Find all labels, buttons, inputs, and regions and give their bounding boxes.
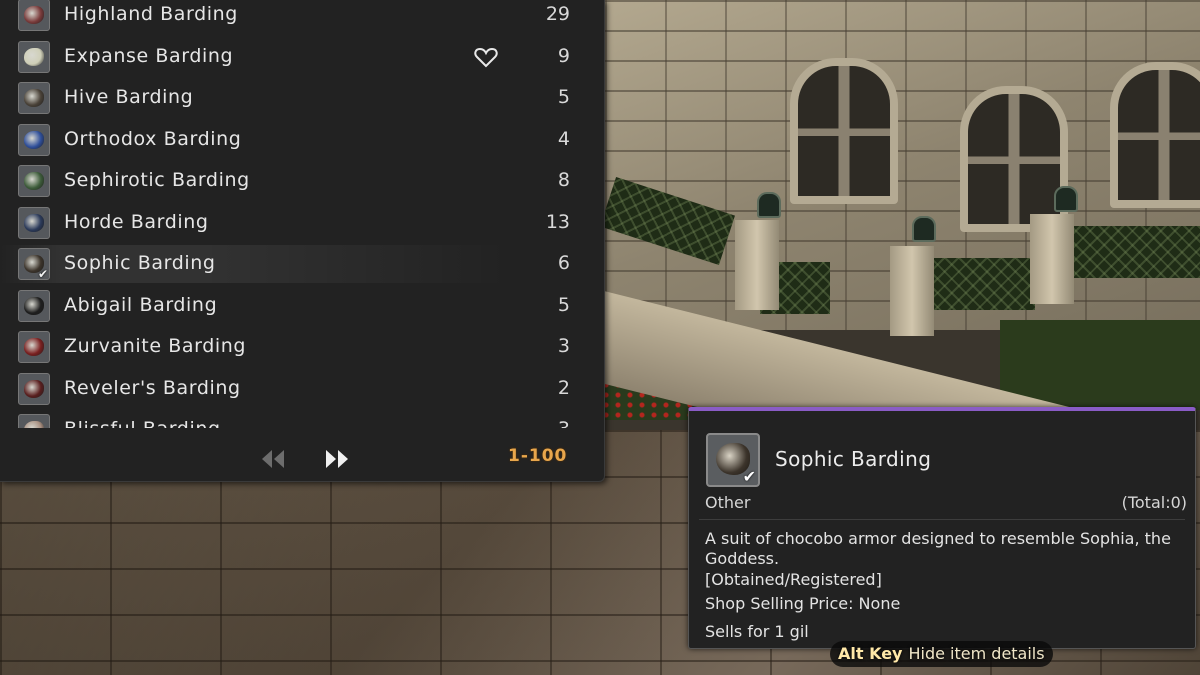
list-item[interactable]: Abigail Barding 5 <box>0 287 600 325</box>
list-item[interactable]: Reveler's Barding 2 <box>0 370 600 408</box>
orthodox-barding-icon <box>18 123 50 156</box>
sephirotic-barding-icon <box>18 165 50 197</box>
item-category: Other <box>705 493 751 512</box>
list-item-count: 4 <box>557 127 570 150</box>
list-item[interactable]: ✔ Blissful Barding 3 <box>0 411 600 428</box>
list-item-count: 29 <box>545 3 570 25</box>
item-details-tooltip: ✔ Sophic Barding Other (Total:0) A suit … <box>688 407 1196 649</box>
list-item[interactable]: Zurvanite Barding 3 <box>0 328 600 366</box>
arched-window <box>790 58 898 204</box>
barding-list[interactable]: Highland Barding 29 Expanse Barding 9 Hive B… <box>0 0 604 428</box>
horde-barding-icon <box>18 206 50 239</box>
list-item[interactable]: Orthodox Barding 4 <box>0 121 600 159</box>
list-item-count: 3 <box>558 418 570 428</box>
list-item[interactable]: Highland Barding 29 <box>0 0 600 34</box>
double-chevron-left-icon[interactable] <box>258 446 288 472</box>
revelers-barding-icon <box>18 372 50 405</box>
barding-list-panel: Highland Barding 29 Expanse Barding 9 Hive B… <box>0 0 605 482</box>
list-item[interactable]: Horde Barding 13 <box>0 204 600 242</box>
double-chevron-right-icon[interactable] <box>322 446 352 472</box>
expanse-barding-icon <box>18 40 50 73</box>
divider <box>699 519 1185 520</box>
item-title: Sophic Barding <box>775 447 932 471</box>
list-item-count: 5 <box>557 86 570 108</box>
item-total: (Total:0) <box>1121 493 1187 512</box>
hedge <box>925 258 1035 310</box>
list-item-count: 3 <box>557 335 570 357</box>
hive-barding-icon <box>18 82 50 114</box>
registered-check-icon: ✔ <box>37 267 48 280</box>
stone-pillar <box>735 220 779 310</box>
blissful-barding-icon: ✔ <box>18 414 50 428</box>
lantern <box>1054 186 1078 212</box>
list-item-count: 9 <box>557 44 570 67</box>
list-item-name: Reveler's Barding <box>64 376 241 399</box>
list-item-name: Expanse Barding <box>64 44 234 67</box>
hint-key: Alt Key <box>838 644 903 663</box>
list-item-name: Blissful Barding <box>64 418 221 428</box>
list-item-name: Zurvanite Barding <box>64 335 247 357</box>
sophic-barding-icon: ✔ <box>18 248 50 280</box>
list-item-name: Hive Barding <box>64 86 194 108</box>
list-item-name: Sophic Barding <box>64 252 216 274</box>
shop-selling-price: Shop Selling Price: None <box>705 594 901 613</box>
list-item-count: 8 <box>557 169 570 191</box>
page-range: 1-100 <box>508 446 568 466</box>
list-item[interactable]: Sephirotic Barding 8 <box>0 162 600 200</box>
stone-pillar <box>890 246 934 336</box>
list-item-name: Abigail Barding <box>64 293 218 316</box>
item-status: [Obtained/Registered] <box>705 570 882 589</box>
list-item-name: Highland Barding <box>64 3 238 25</box>
lantern <box>912 216 936 242</box>
list-item-count: 13 <box>545 210 570 233</box>
hint-action: Hide item details <box>908 644 1045 663</box>
sells-for: Sells for 1 gil <box>705 622 809 641</box>
list-item-count: 5 <box>557 293 570 316</box>
key-hint: Alt Key Hide item details <box>830 641 1053 667</box>
registered-check-icon: ✔ <box>742 467 756 486</box>
lantern <box>757 192 781 218</box>
list-item[interactable]: Hive Barding 5 <box>0 79 600 117</box>
list-item-name: Sephirotic Barding <box>64 169 250 191</box>
heart-icon[interactable] <box>474 46 498 68</box>
zurvanite-barding-icon <box>18 331 50 363</box>
sophic-barding-icon: ✔ <box>706 433 760 487</box>
arched-window <box>960 86 1068 232</box>
list-item-count: 6 <box>557 252 570 274</box>
item-description: A suit of chocobo armor designed to rese… <box>705 529 1171 568</box>
list-item[interactable]: Expanse Barding 9 <box>0 38 600 76</box>
list-item[interactable]: ✔ Sophic Barding 6 <box>0 245 600 283</box>
list-item-count: 2 <box>557 376 570 399</box>
list-item-name: Orthodox Barding <box>64 127 242 150</box>
arched-window <box>1110 62 1200 208</box>
abigail-barding-icon <box>18 289 50 322</box>
highland-barding-icon <box>18 0 50 31</box>
stone-pillar <box>1030 214 1074 304</box>
hedge <box>1065 226 1200 278</box>
list-item-name: Horde Barding <box>64 210 209 233</box>
